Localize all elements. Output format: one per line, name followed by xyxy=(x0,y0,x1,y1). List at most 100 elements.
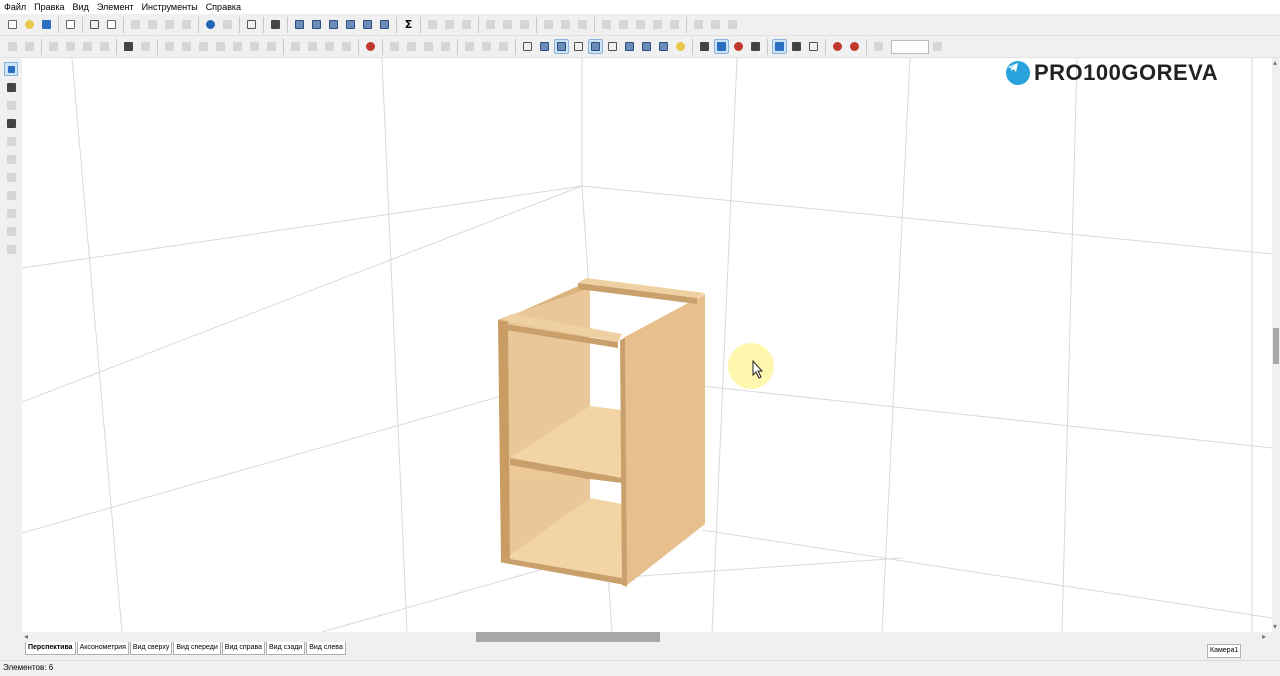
specification-button[interactable] xyxy=(309,17,324,32)
delete-button[interactable] xyxy=(179,17,194,32)
image-export-button[interactable] xyxy=(377,17,392,32)
scroll-left-icon[interactable]: ◂ xyxy=(24,632,28,642)
redo-button[interactable] xyxy=(22,39,37,54)
resize2-button[interactable] xyxy=(708,17,723,32)
save-button[interactable] xyxy=(39,17,54,32)
tab-perspective[interactable]: Перспектива xyxy=(25,642,76,655)
resize-button[interactable] xyxy=(691,17,706,32)
library-button[interactable] xyxy=(203,17,218,32)
measure-tool-button[interactable] xyxy=(4,98,18,112)
panel-tool-button[interactable] xyxy=(4,170,18,184)
dim3-button[interactable] xyxy=(421,39,436,54)
undo-button[interactable] xyxy=(5,39,20,54)
shape2-button[interactable] xyxy=(305,39,320,54)
move-button[interactable] xyxy=(162,39,177,54)
zoom-button[interactable] xyxy=(871,39,886,54)
snap2-button[interactable] xyxy=(479,39,494,54)
scroll-right-icon[interactable]: ▸ xyxy=(1262,632,1266,642)
shape3-button[interactable] xyxy=(322,39,337,54)
tab-right-view[interactable]: Вид справа xyxy=(221,642,265,655)
magnet-button[interactable] xyxy=(830,39,845,54)
dim-button[interactable] xyxy=(387,39,402,54)
align-center-button[interactable] xyxy=(442,17,457,32)
shape4-button[interactable] xyxy=(339,39,354,54)
tab-back-view[interactable]: Вид сзади xyxy=(266,642,306,655)
open-button[interactable] xyxy=(22,17,37,32)
select-mode2-button[interactable] xyxy=(789,39,804,54)
shape-button[interactable] xyxy=(288,39,303,54)
menu-tools[interactable]: Инструменты xyxy=(138,0,202,14)
tab-left-view[interactable]: Вид слева xyxy=(306,642,346,655)
scale2-button[interactable] xyxy=(247,39,262,54)
cut-button[interactable] xyxy=(128,17,143,32)
new-file-button[interactable] xyxy=(5,17,20,32)
eyedropper-tool-button[interactable] xyxy=(4,116,18,130)
select-mode-button[interactable] xyxy=(772,39,787,54)
align-right-button[interactable] xyxy=(459,17,474,32)
view-shaded-button[interactable] xyxy=(588,39,603,54)
horizontal-scroll-thumb[interactable] xyxy=(476,632,660,642)
rotate-left-button[interactable] xyxy=(196,39,211,54)
vertical-scrollbar[interactable]: ▴ ▾ xyxy=(1272,58,1280,632)
tab-top-view[interactable]: Вид сверху xyxy=(129,642,173,655)
cabinet-model[interactable] xyxy=(498,278,705,587)
snap3-button[interactable] xyxy=(496,39,511,54)
report-button[interactable] xyxy=(292,17,307,32)
stack-left-button[interactable] xyxy=(633,17,648,32)
align-left-button[interactable] xyxy=(425,17,440,32)
distribute-h-button[interactable] xyxy=(541,17,556,32)
menu-help[interactable]: Справка xyxy=(202,0,245,14)
snap-grid-tool-button[interactable] xyxy=(4,80,18,94)
horizontal-scrollbar[interactable]: ◂ ▸ xyxy=(22,632,1272,642)
rect-tool-button[interactable] xyxy=(4,134,18,148)
zoom-tool-button[interactable] xyxy=(4,242,18,256)
menu-edit[interactable]: Правка xyxy=(30,0,68,14)
distribute-d-button[interactable] xyxy=(575,17,590,32)
zoom-select[interactable] xyxy=(891,39,929,54)
menu-view[interactable]: Вид xyxy=(69,0,93,14)
stack-right-button[interactable] xyxy=(650,17,665,32)
shadow-button[interactable] xyxy=(697,39,712,54)
snap-button[interactable] xyxy=(462,39,477,54)
menu-element[interactable]: Элемент xyxy=(93,0,138,14)
mirror2-button[interactable] xyxy=(63,39,78,54)
copy-button[interactable] xyxy=(145,17,160,32)
panel3-tool-button[interactable] xyxy=(4,206,18,220)
mirror4-button[interactable] xyxy=(97,39,112,54)
scale3-button[interactable] xyxy=(264,39,279,54)
move-cross-button[interactable] xyxy=(213,39,228,54)
print-button[interactable] xyxy=(87,17,102,32)
print-preview-button[interactable] xyxy=(104,17,119,32)
align-middle-button[interactable] xyxy=(500,17,515,32)
material-button[interactable] xyxy=(220,17,235,32)
dimensions-toggle-button[interactable] xyxy=(714,39,729,54)
sum-button[interactable]: Σ xyxy=(401,17,416,32)
view-outline-button[interactable] xyxy=(571,39,586,54)
edit-button[interactable] xyxy=(244,17,259,32)
cutting-button[interactable] xyxy=(326,17,341,32)
panel2-tool-button[interactable] xyxy=(4,188,18,202)
light-button[interactable] xyxy=(673,39,688,54)
view-textured-button[interactable] xyxy=(554,39,569,54)
zoom-apply-button[interactable] xyxy=(930,39,945,54)
grid-toggle-button[interactable] xyxy=(731,39,746,54)
visibility-button[interactable] xyxy=(748,39,763,54)
resize3-button[interactable] xyxy=(725,17,740,32)
stack-front-button[interactable] xyxy=(599,17,614,32)
view-solid-button[interactable] xyxy=(537,39,552,54)
select-tool-button[interactable] xyxy=(4,62,18,76)
stop-button[interactable] xyxy=(363,39,378,54)
view-wire-button[interactable] xyxy=(520,39,535,54)
mirror-button[interactable] xyxy=(46,39,61,54)
tab-axonometry[interactable]: Аксонометрия xyxy=(76,642,129,655)
view-render-button[interactable] xyxy=(622,39,637,54)
material-paint-button[interactable] xyxy=(656,39,671,54)
texture-button[interactable] xyxy=(639,39,654,54)
camera-tab[interactable]: Камера1 xyxy=(1207,644,1242,658)
estimate-button[interactable] xyxy=(360,17,375,32)
scroll-up-icon[interactable]: ▴ xyxy=(1273,58,1277,68)
scroll-down-icon[interactable]: ▾ xyxy=(1273,622,1277,632)
target-button[interactable] xyxy=(847,39,862,54)
menu-file[interactable]: Файл xyxy=(0,0,30,14)
group-button[interactable] xyxy=(138,39,153,54)
